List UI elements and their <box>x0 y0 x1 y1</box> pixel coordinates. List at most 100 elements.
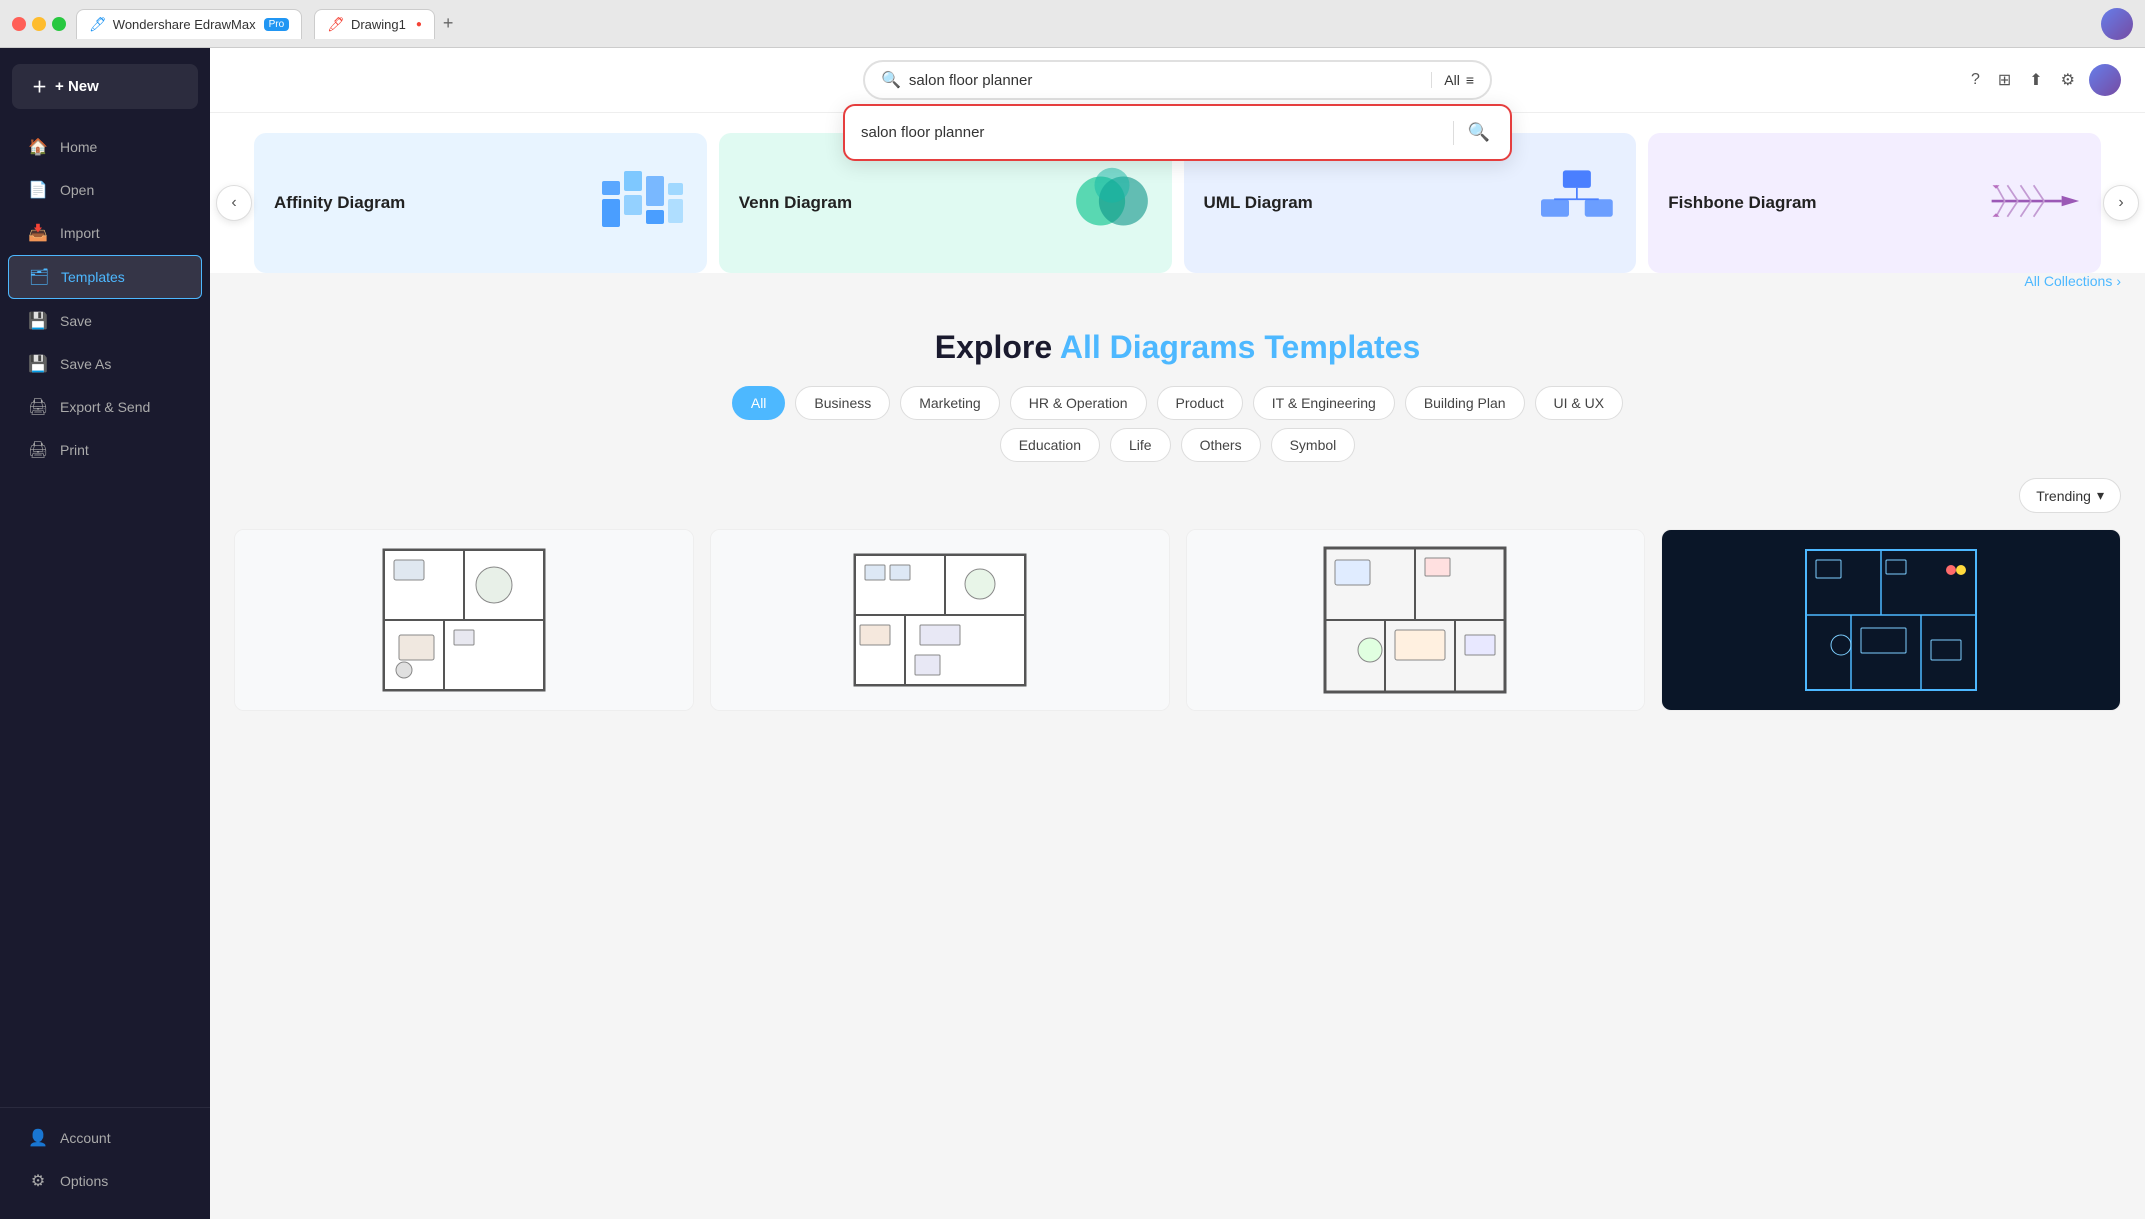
template-card-2[interactable] <box>710 529 1170 711</box>
sidebar-item-export[interactable]: 🖨 Export & Send <box>8 386 202 428</box>
app-tab-edrawmax[interactable]: 🖊 Wondershare EdrawMax Pro <box>76 9 302 39</box>
sidebar-item-label: Open <box>60 182 94 198</box>
user-avatar[interactable] <box>2101 8 2133 40</box>
print-icon: 🖨 <box>28 440 48 460</box>
export-icon: 🖨 <box>28 397 48 417</box>
search-input[interactable] <box>909 72 1423 89</box>
fishbone-label: Fishbone Diagram <box>1668 192 1816 214</box>
filter-education[interactable]: Education <box>1000 428 1100 462</box>
all-filter-label: All <box>1444 72 1460 88</box>
filter-marketing[interactable]: Marketing <box>900 386 999 420</box>
new-button[interactable]: ＋ + New <box>12 64 198 109</box>
drawing-tab[interactable]: 🖊 Drawing1 ● <box>314 9 435 39</box>
sidebar-item-templates[interactable]: 🗂 Templates <box>8 255 202 299</box>
top-bar: 🔍 All ≡ 🔍 <box>210 48 2145 113</box>
sidebar-item-home[interactable]: 🏠 Home <box>8 126 202 168</box>
sidebar-item-label: Print <box>60 442 89 458</box>
sidebar-item-print[interactable]: 🖨 Print <box>8 429 202 471</box>
drawing-tab-label: Drawing1 <box>351 17 406 32</box>
trending-label: Trending <box>2036 488 2091 504</box>
sidebar-item-options[interactable]: ⚙ Options <box>8 1160 202 1202</box>
filter-uiux[interactable]: UI & UX <box>1535 386 1624 420</box>
filter-building[interactable]: Building Plan <box>1405 386 1525 420</box>
sidebar-nav: 🏠 Home 📄 Open 📥 Import 🗂 Templates 💾 Sav… <box>0 121 210 1107</box>
template-card-img-3 <box>1187 530 1645 710</box>
template-card-img-2 <box>711 530 1169 710</box>
pro-badge: Pro <box>264 18 290 31</box>
filter-product[interactable]: Product <box>1157 386 1243 420</box>
diagram-card-fishbone[interactable]: Fishbone Diagram <box>1648 133 2101 273</box>
close-btn[interactable] <box>12 17 26 31</box>
drawing-tab-close[interactable]: ● <box>416 19 422 30</box>
sidebar-item-import[interactable]: 📥 Import <box>8 212 202 254</box>
search-container: 🔍 All ≡ 🔍 <box>863 60 1492 100</box>
app-tab-icon: 🖊 <box>89 16 107 33</box>
top-right-icons: ? ⊞ ⬆ ⚙ <box>1967 64 2121 96</box>
save-as-icon: 💾 <box>28 354 48 374</box>
filter-hr[interactable]: HR & Operation <box>1010 386 1147 420</box>
sort-row: Trending ▾ <box>210 462 2145 513</box>
home-icon: 🏠 <box>28 137 48 157</box>
carousel-next-button[interactable]: › <box>2103 185 2139 221</box>
settings-button[interactable]: ⚙ <box>2057 66 2079 94</box>
trending-dropdown[interactable]: Trending ▾ <box>2019 478 2121 513</box>
share-icon: ⬆ <box>2029 72 2042 89</box>
user-avatar-topbar[interactable] <box>2089 64 2121 96</box>
filter-others[interactable]: Others <box>1181 428 1261 462</box>
maximize-btn[interactable] <box>52 17 66 31</box>
options-icon: ⚙ <box>28 1171 48 1191</box>
sidebar-item-open[interactable]: 📄 Open <box>8 169 202 211</box>
filter-row: All Business Marketing HR & Operation Pr… <box>210 366 2145 420</box>
grid-button[interactable]: ⊞ <box>1994 66 2015 94</box>
all-collections-link[interactable]: All Collections › <box>210 273 2145 297</box>
traffic-lights <box>12 17 66 31</box>
template-card-3[interactable] <box>1186 529 1646 711</box>
filter-row-2: Education Life Others Symbol <box>210 420 2145 462</box>
explore-title: Explore All Diagrams Templates <box>234 329 2121 366</box>
template-card-1[interactable] <box>234 529 694 711</box>
app-tab-label: Wondershare EdrawMax <box>113 17 256 32</box>
filter-business[interactable]: Business <box>795 386 890 420</box>
filter-it[interactable]: IT & Engineering <box>1253 386 1395 420</box>
import-icon: 📥 <box>28 223 48 243</box>
sidebar-item-label: Save As <box>60 356 111 372</box>
sidebar-item-account[interactable]: 👤 Account <box>8 1117 202 1159</box>
diagram-card-affinity[interactable]: Affinity Diagram <box>254 133 707 273</box>
template-card-img-4 <box>1662 530 2120 710</box>
sidebar-item-label: Options <box>60 1173 108 1189</box>
search-dropdown-input[interactable] <box>861 124 1443 141</box>
filter-symbol[interactable]: Symbol <box>1271 428 1356 462</box>
explore-section: Explore All Diagrams Templates <box>210 297 2145 366</box>
minimize-btn[interactable] <box>32 17 46 31</box>
help-button[interactable]: ? <box>1967 67 1984 93</box>
carousel-prev-button[interactable]: ‹ <box>216 185 252 221</box>
sidebar-item-label: Home <box>60 139 97 155</box>
account-icon: 👤 <box>28 1128 48 1148</box>
chevron-left-icon: ‹ <box>231 194 236 212</box>
template-card-4[interactable] <box>1661 529 2121 711</box>
filter-menu-icon: ≡ <box>1466 72 1474 88</box>
sidebar: ＋ + New 🏠 Home 📄 Open 📥 Import 🗂 Templat… <box>0 48 210 1219</box>
sidebar-item-save[interactable]: 💾 Save <box>8 300 202 342</box>
search-submit-button[interactable]: 🔍 <box>1464 118 1494 147</box>
open-icon: 📄 <box>28 180 48 200</box>
gear-icon: ⚙ <box>2061 72 2075 89</box>
sidebar-item-label: Templates <box>61 269 125 285</box>
grid-icon: ⊞ <box>1998 72 2011 89</box>
new-tab-button[interactable]: + <box>443 13 454 34</box>
browser-chrome: 🖊 Wondershare EdrawMax Pro 🖊 Drawing1 ● … <box>0 0 2145 48</box>
tab-bar: 🖊 Wondershare EdrawMax Pro 🖊 Drawing1 ● … <box>76 9 2091 39</box>
sidebar-item-label: Import <box>60 225 100 241</box>
chevron-right-icon: › <box>2118 194 2123 212</box>
share-button[interactable]: ⬆ <box>2025 66 2046 94</box>
sidebar-item-save-as[interactable]: 💾 Save As <box>8 343 202 385</box>
all-filter-dropdown[interactable]: All ≡ <box>1431 72 1474 88</box>
explore-title-colored: All Diagrams Templates <box>1060 329 1420 365</box>
explore-title-plain: Explore <box>935 329 1060 365</box>
new-button-label: + New <box>55 78 99 95</box>
chevron-right-icon: › <box>2116 273 2121 289</box>
template-grid <box>210 513 2145 735</box>
filter-all[interactable]: All <box>732 386 786 420</box>
sidebar-bottom: 👤 Account ⚙ Options <box>0 1107 210 1219</box>
filter-life[interactable]: Life <box>1110 428 1171 462</box>
